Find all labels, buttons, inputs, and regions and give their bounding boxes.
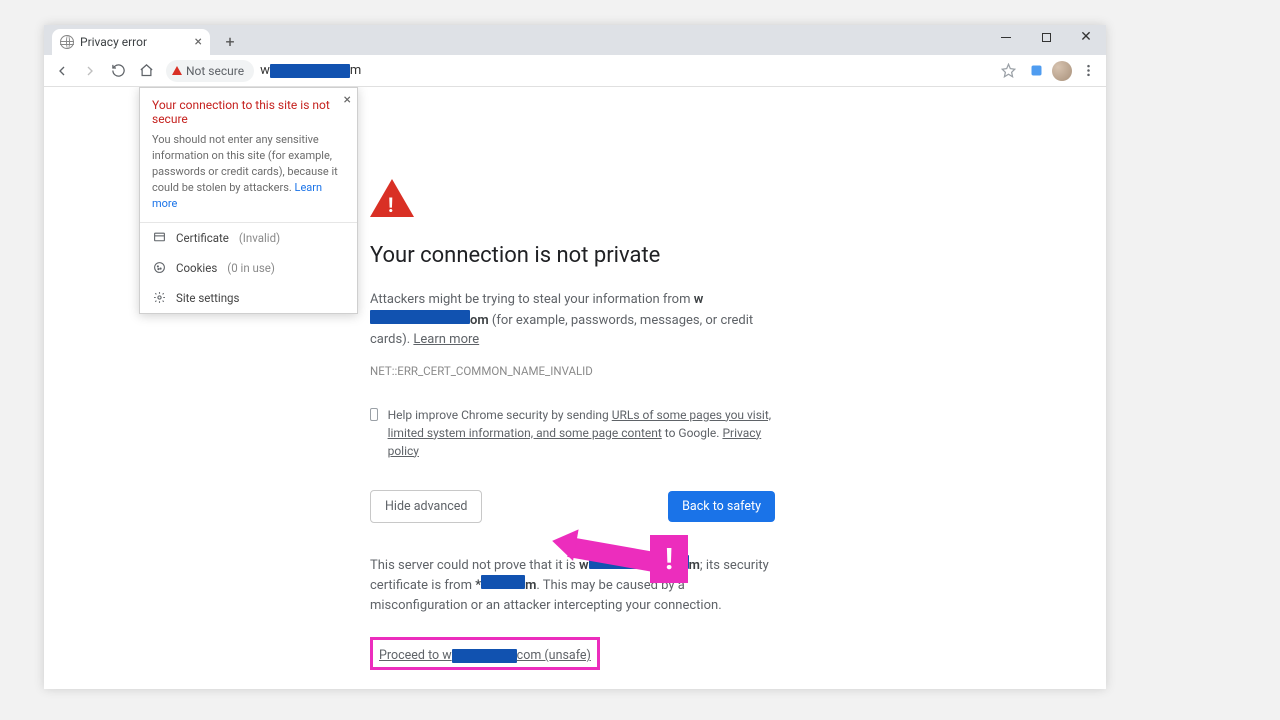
certificate-icon xyxy=(152,231,166,245)
reload-button[interactable] xyxy=(106,59,130,83)
redacted-host xyxy=(452,649,517,663)
forward-button[interactable] xyxy=(78,59,102,83)
learn-more-link[interactable]: Learn more xyxy=(413,332,479,347)
safe-browsing-optin: Help improve Chrome security by sending … xyxy=(370,406,790,460)
security-chip-label: Not secure xyxy=(186,64,244,78)
globe-icon xyxy=(60,35,74,49)
window-close[interactable]: ✕ xyxy=(1066,25,1106,49)
bookmark-star-icon[interactable] xyxy=(996,59,1020,83)
tab-close-icon[interactable]: × xyxy=(195,35,202,49)
browser-window: Privacy error × + ✕ Not secure xyxy=(44,25,1106,689)
profile-avatar[interactable] xyxy=(1052,61,1072,81)
redacted-host xyxy=(370,310,470,324)
callout-marker: ! xyxy=(650,535,688,583)
warning-icon xyxy=(172,66,182,75)
browser-tab[interactable]: Privacy error × xyxy=(52,29,210,55)
window-maximize[interactable] xyxy=(1026,25,1066,49)
site-info-body: You should not enter any sensitive infor… xyxy=(152,132,345,212)
address-bar[interactable]: Not secure w m xyxy=(166,59,361,83)
proceed-unsafe-link[interactable]: Proceed to wcom (unsafe) xyxy=(379,648,591,663)
advanced-explanation: This server could not prove that it is w… xyxy=(370,555,780,616)
toolbar: Not secure w m xyxy=(44,55,1106,87)
url-text: w m xyxy=(260,63,361,78)
tab-strip: Privacy error × + ✕ xyxy=(44,25,1106,55)
redacted-host xyxy=(270,64,350,78)
page-heading: Your connection is not private xyxy=(370,243,790,268)
hide-advanced-button[interactable]: Hide advanced xyxy=(370,490,482,523)
popup-close-icon[interactable]: × xyxy=(344,92,351,108)
cookies-row[interactable]: Cookies (0 in use) xyxy=(140,253,357,283)
home-button[interactable] xyxy=(134,59,158,83)
site-settings-row[interactable]: Site settings xyxy=(140,283,357,313)
extension-icon[interactable] xyxy=(1024,59,1048,83)
back-to-safety-button[interactable]: Back to safety xyxy=(668,491,775,522)
proceed-highlight: Proceed to wcom (unsafe) xyxy=(370,637,600,670)
certificate-row[interactable]: Certificate (Invalid) xyxy=(140,223,357,253)
window-controls: ✕ xyxy=(986,25,1106,49)
error-code: NET::ERR_CERT_COMMON_NAME_INVALID xyxy=(370,364,790,378)
tab-title: Privacy error xyxy=(80,35,147,49)
back-button[interactable] xyxy=(50,59,74,83)
redacted-cert-host xyxy=(481,575,525,589)
menu-button[interactable] xyxy=(1076,59,1100,83)
action-buttons: Hide advanced Back to safety xyxy=(370,490,775,523)
warning-paragraph: Attackers might be trying to steal your … xyxy=(370,290,790,350)
optin-checkbox[interactable] xyxy=(370,408,378,421)
privacy-error-page: Your connection is not private Attackers… xyxy=(370,179,790,670)
cookies-icon xyxy=(152,261,166,275)
site-info-popup: × Your connection to this site is not se… xyxy=(139,87,358,314)
window-minimize[interactable] xyxy=(986,25,1026,49)
warning-icon xyxy=(370,179,414,217)
security-chip[interactable]: Not secure xyxy=(166,60,254,82)
site-info-title: Your connection to this site is not secu… xyxy=(152,98,345,126)
new-tab-button[interactable]: + xyxy=(218,29,242,53)
viewport: × Your connection to this site is not se… xyxy=(44,87,1106,689)
gear-icon xyxy=(152,291,166,305)
